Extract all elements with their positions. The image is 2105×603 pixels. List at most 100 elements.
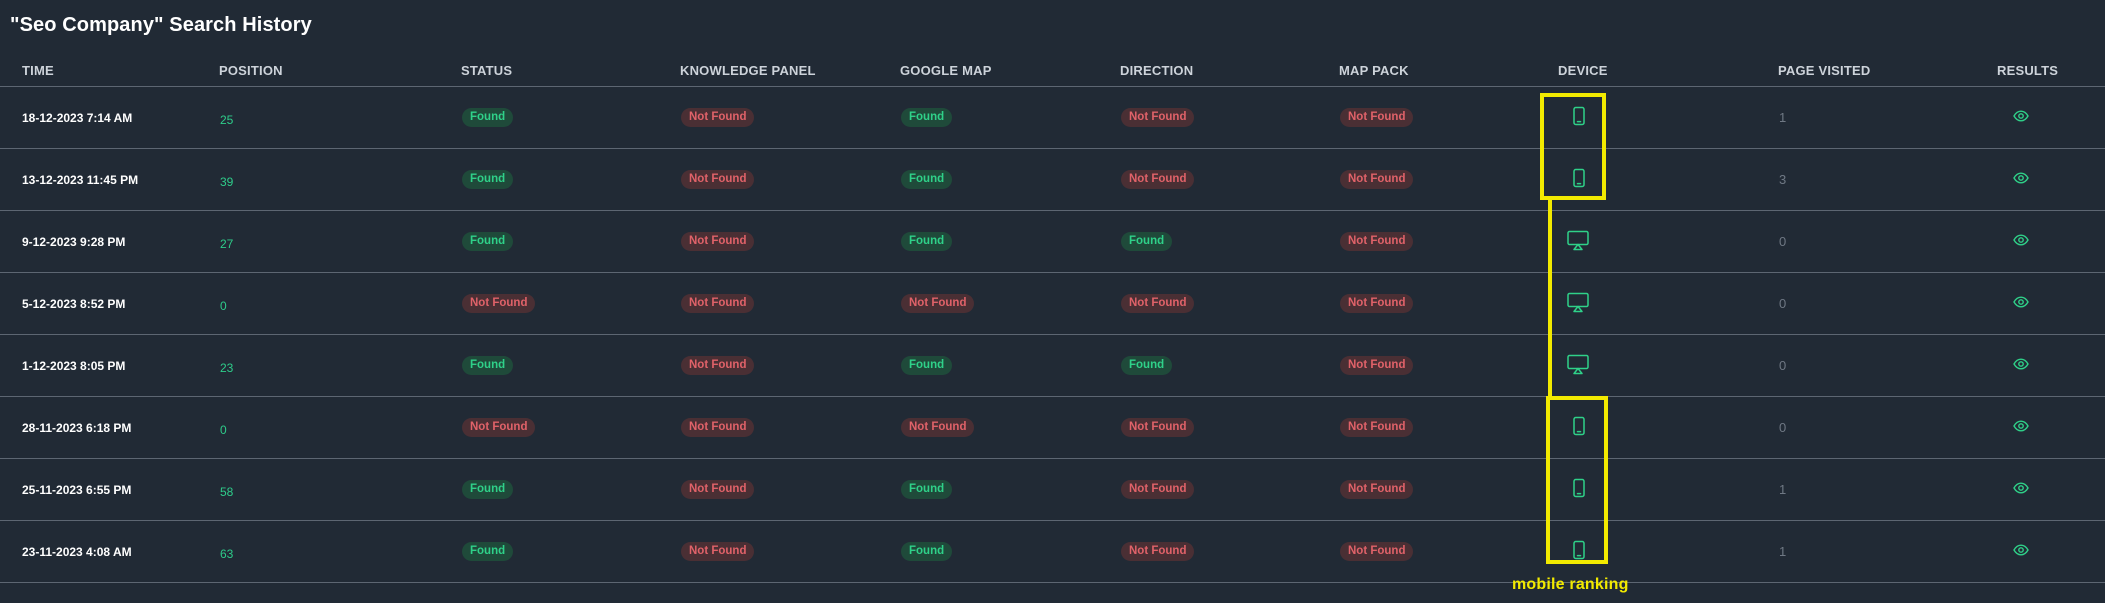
cell-page-visited: 1 [1778, 520, 1997, 583]
cell-knowledge-panel: Not Found [680, 396, 900, 459]
cell-direction: Not Found [1120, 148, 1339, 211]
cell-direction: Found [1120, 334, 1339, 397]
header-direction: DIRECTION [1120, 54, 1339, 87]
cell-position: 27 [219, 210, 461, 273]
cell-time: 28-11-2023 6:18 PM [0, 396, 219, 459]
eye-icon[interactable] [2013, 480, 2029, 496]
search-history-page: "Seo Company" Search History TIME POSITI… [0, 0, 2105, 603]
cell-device [1558, 396, 1778, 459]
cell-map-pack: Not Found [1339, 396, 1558, 459]
table-row: 9-12-2023 9:28 PM 27 Found Not Found Found Fo… [0, 210, 2105, 273]
header-map-pack: MAP PACK [1339, 54, 1558, 87]
cell-device [1558, 86, 1778, 149]
header-results: RESULTS [1997, 54, 2105, 87]
cell-map-pack: Not Found [1339, 520, 1558, 583]
eye-icon[interactable] [2013, 356, 2029, 372]
cell-time: 25-11-2023 6:55 PM [0, 458, 219, 521]
google-map-badge: Not Found [901, 418, 975, 437]
knowledge-panel-badge: Not Found [681, 108, 755, 127]
direction-badge: Found [1121, 232, 1173, 251]
cell-device [1558, 210, 1778, 273]
cell-knowledge-panel: Not Found [680, 148, 900, 211]
cell-results [1997, 272, 2105, 335]
cell-time: 9-12-2023 9:28 PM [0, 210, 219, 273]
cell-knowledge-panel: Not Found [680, 272, 900, 335]
google-map-badge: Found [901, 108, 953, 127]
cell-map-pack: Not Found [1339, 458, 1558, 521]
cell-google-map: Not Found [900, 396, 1120, 459]
mobile-icon [1568, 477, 1590, 499]
cell-map-pack: Not Found [1339, 334, 1558, 397]
cell-position: 0 [219, 272, 461, 335]
cell-results [1997, 520, 2105, 583]
header-status: STATUS [461, 54, 680, 87]
map-pack-badge: Not Found [1340, 170, 1414, 189]
eye-icon[interactable] [2013, 108, 2029, 124]
eye-icon[interactable] [2013, 418, 2029, 434]
cell-position: 23 [219, 334, 461, 397]
google-map-badge: Found [901, 356, 953, 375]
map-pack-badge: Not Found [1340, 232, 1414, 251]
position-value: 25 [220, 112, 234, 127]
knowledge-panel-badge: Not Found [681, 294, 755, 313]
cell-map-pack: Not Found [1339, 148, 1558, 211]
map-pack-badge: Not Found [1340, 356, 1414, 375]
position-value: 39 [220, 174, 234, 189]
direction-badge: Not Found [1121, 108, 1195, 127]
header-position: POSITION [219, 54, 461, 87]
cell-direction: Not Found [1120, 396, 1339, 459]
cell-time: 23-11-2023 4:08 AM [0, 520, 219, 583]
status-badge: Found [462, 232, 514, 251]
cell-position: 63 [219, 520, 461, 583]
map-pack-badge: Not Found [1340, 480, 1414, 499]
direction-badge: Not Found [1121, 294, 1195, 313]
table-row: 23-11-2023 4:08 AM 63 Found Not Found Found N… [0, 520, 2105, 583]
mobile-icon [1568, 415, 1590, 437]
mobile-icon [1568, 105, 1590, 127]
page-visited-value: 3 [1779, 172, 1787, 187]
cell-knowledge-panel: Not Found [680, 86, 900, 149]
cell-position: 0 [219, 396, 461, 459]
header-google-map: GOOGLE MAP [900, 54, 1120, 87]
direction-badge: Not Found [1121, 542, 1195, 561]
page-visited-value: 1 [1779, 110, 1787, 125]
direction-badge: Not Found [1121, 480, 1195, 499]
position-value: 63 [220, 546, 234, 561]
google-map-badge: Found [901, 232, 953, 251]
cell-results [1997, 210, 2105, 273]
map-pack-badge: Not Found [1340, 542, 1414, 561]
cell-device [1558, 272, 1778, 335]
cell-position: 39 [219, 148, 461, 211]
eye-icon[interactable] [2013, 232, 2029, 248]
table-row: 25-11-2023 6:55 PM 58 Found Not Found Found N… [0, 458, 2105, 521]
table-header-row: TIME POSITION STATUS KNOWLEDGE PANEL GOO… [0, 54, 2105, 87]
eye-icon[interactable] [2013, 170, 2029, 186]
knowledge-panel-badge: Not Found [681, 418, 755, 437]
page-visited-value: 0 [1779, 420, 1787, 435]
cell-knowledge-panel: Not Found [680, 520, 900, 583]
desktop-icon [1566, 353, 1589, 375]
cell-results [1997, 86, 2105, 149]
status-badge: Found [462, 108, 514, 127]
cell-page-visited: 0 [1778, 272, 1997, 335]
mobile-icon [1568, 167, 1590, 189]
cell-direction: Found [1120, 210, 1339, 273]
position-value: 0 [220, 422, 227, 437]
eye-icon[interactable] [2013, 542, 2029, 558]
cell-status: Not Found [461, 272, 680, 335]
map-pack-badge: Not Found [1340, 294, 1414, 313]
cell-device [1558, 334, 1778, 397]
google-map-badge: Not Found [901, 294, 975, 313]
page-title: "Seo Company" Search History [10, 14, 312, 36]
cell-time: 1-12-2023 8:05 PM [0, 334, 219, 397]
cell-direction: Not Found [1120, 458, 1339, 521]
cell-status: Found [461, 86, 680, 149]
cell-map-pack: Not Found [1339, 86, 1558, 149]
cell-device [1558, 148, 1778, 211]
table-row: 1-12-2023 8:05 PM 23 Found Not Found Found Fo… [0, 334, 2105, 397]
cell-results [1997, 458, 2105, 521]
cell-page-visited: 1 [1778, 86, 1997, 149]
page-visited-value: 0 [1779, 234, 1787, 249]
eye-icon[interactable] [2013, 294, 2029, 310]
cell-google-map: Found [900, 334, 1120, 397]
